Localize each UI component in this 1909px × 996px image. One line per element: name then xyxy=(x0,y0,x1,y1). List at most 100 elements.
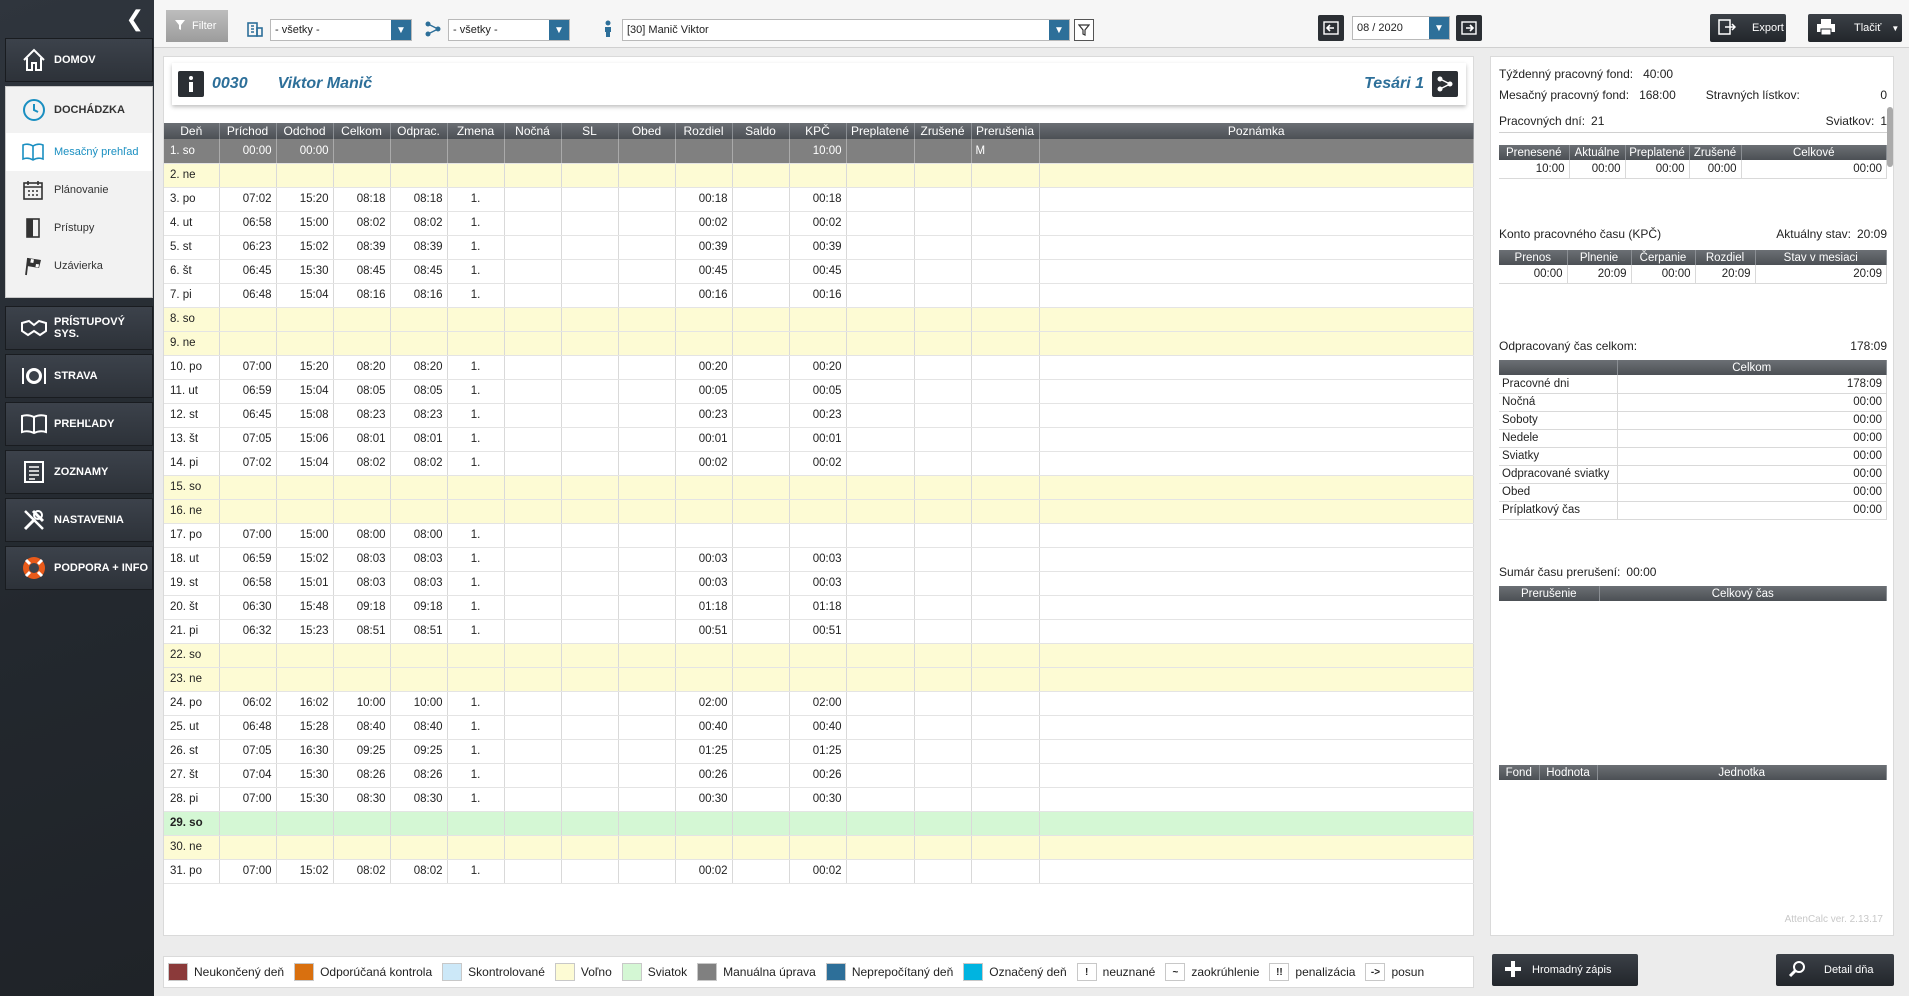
column-header[interactable]: Celkom xyxy=(333,123,391,139)
day-cell[interactable]: 24. po xyxy=(164,691,220,716)
column-header[interactable]: KPČ xyxy=(789,123,847,139)
column-header[interactable]: Nočná xyxy=(504,123,562,139)
table-cell[interactable]: 00:23 xyxy=(789,403,847,428)
table-cell[interactable]: 00:05 xyxy=(789,379,847,404)
sub-item-closing[interactable]: Uzávierka xyxy=(6,247,152,285)
table-cell[interactable] xyxy=(675,667,733,692)
table-cell[interactable] xyxy=(1039,259,1474,284)
table-cell[interactable] xyxy=(732,715,790,740)
table-cell[interactable] xyxy=(561,259,619,284)
table-cell[interactable] xyxy=(504,667,562,692)
table-cell[interactable]: 00:51 xyxy=(789,619,847,644)
table-cell[interactable]: 15:06 xyxy=(276,427,334,452)
table-cell[interactable] xyxy=(333,667,391,692)
table-cell[interactable] xyxy=(618,571,676,596)
table-cell[interactable] xyxy=(914,739,972,764)
table-cell[interactable]: 08:16 xyxy=(390,283,448,308)
table-row[interactable]: 18. ut 06:59 15:02 08:03 08:03 1. 00:03 00:03 xyxy=(164,547,1474,572)
table-cell[interactable]: 06:30 xyxy=(219,595,277,620)
table-cell[interactable]: 15:48 xyxy=(276,595,334,620)
table-cell[interactable]: 00:03 xyxy=(675,571,733,596)
table-cell[interactable] xyxy=(971,619,1040,644)
print-button[interactable]: Tlačiť ▼ xyxy=(1808,14,1902,42)
table-cell[interactable]: 01:18 xyxy=(675,595,733,620)
table-cell[interactable] xyxy=(914,547,972,572)
table-cell[interactable] xyxy=(618,259,676,284)
table-cell[interactable] xyxy=(1039,331,1474,356)
table-row[interactable]: 8. so xyxy=(164,307,1474,332)
table-cell[interactable] xyxy=(732,283,790,308)
table-cell[interactable] xyxy=(333,835,391,860)
day-cell[interactable]: 28. pi xyxy=(164,787,220,812)
table-cell[interactable]: 15:00 xyxy=(276,523,334,548)
table-cell[interactable]: 08:26 xyxy=(333,763,391,788)
table-cell[interactable] xyxy=(561,619,619,644)
table-cell[interactable] xyxy=(971,163,1040,188)
table-row[interactable]: 9. ne xyxy=(164,331,1474,356)
table-cell[interactable]: 08:03 xyxy=(333,547,391,572)
table-cell[interactable] xyxy=(504,403,562,428)
table-cell[interactable]: 08:00 xyxy=(333,523,391,548)
table-cell[interactable]: 08:03 xyxy=(390,571,448,596)
column-header[interactable]: Obed xyxy=(618,123,676,139)
table-cell[interactable] xyxy=(447,667,505,692)
table-cell[interactable] xyxy=(914,283,972,308)
table-cell[interactable] xyxy=(914,643,972,668)
table-cell[interactable] xyxy=(390,643,448,668)
table-cell[interactable] xyxy=(618,667,676,692)
table-cell[interactable]: 08:20 xyxy=(333,355,391,380)
table-cell[interactable] xyxy=(914,331,972,356)
table-cell[interactable]: 07:04 xyxy=(219,763,277,788)
table-row[interactable]: 17. po 07:00 15:00 08:00 08:00 1. xyxy=(164,523,1474,548)
column-header[interactable]: Zrušené xyxy=(914,123,972,139)
day-cell[interactable]: 22. so xyxy=(164,643,220,668)
table-cell[interactable] xyxy=(846,595,915,620)
table-cell[interactable] xyxy=(846,643,915,668)
table-cell[interactable] xyxy=(390,139,448,164)
table-cell[interactable]: 00:00 xyxy=(219,139,277,164)
table-cell[interactable] xyxy=(504,763,562,788)
table-cell[interactable] xyxy=(447,331,505,356)
table-cell[interactable] xyxy=(789,667,847,692)
table-cell[interactable] xyxy=(504,379,562,404)
table-cell[interactable] xyxy=(1039,427,1474,452)
table-row[interactable]: 29. so xyxy=(164,811,1474,836)
table-cell[interactable]: 15:30 xyxy=(276,259,334,284)
table-cell[interactable] xyxy=(504,331,562,356)
table-cell[interactable]: 08:02 xyxy=(390,211,448,236)
table-cell[interactable] xyxy=(561,475,619,500)
table-cell[interactable] xyxy=(276,475,334,500)
table-cell[interactable] xyxy=(732,523,790,548)
table-cell[interactable] xyxy=(971,211,1040,236)
table-cell[interactable]: 07:05 xyxy=(219,427,277,452)
table-cell[interactable]: 08:02 xyxy=(333,211,391,236)
table-cell[interactable]: 09:25 xyxy=(333,739,391,764)
table-cell[interactable] xyxy=(914,163,972,188)
table-cell[interactable] xyxy=(789,811,847,836)
table-cell[interactable] xyxy=(561,331,619,356)
table-cell[interactable] xyxy=(219,643,277,668)
table-cell[interactable] xyxy=(447,835,505,860)
table-cell[interactable]: 1. xyxy=(447,523,505,548)
table-cell[interactable] xyxy=(618,211,676,236)
table-cell[interactable] xyxy=(447,307,505,332)
table-cell[interactable]: 00:02 xyxy=(675,451,733,476)
table-cell[interactable] xyxy=(1039,787,1474,812)
table-cell[interactable]: 07:02 xyxy=(219,187,277,212)
table-cell[interactable] xyxy=(914,355,972,380)
day-cell[interactable]: 21. pi xyxy=(164,619,220,644)
table-cell[interactable] xyxy=(618,859,676,884)
table-cell[interactable] xyxy=(561,811,619,836)
table-cell[interactable]: 06:59 xyxy=(219,379,277,404)
table-cell[interactable] xyxy=(846,739,915,764)
table-cell[interactable] xyxy=(561,283,619,308)
table-cell[interactable]: 06:45 xyxy=(219,403,277,428)
employee-filter-icon[interactable] xyxy=(1074,19,1094,41)
table-cell[interactable] xyxy=(971,355,1040,380)
table-cell[interactable]: 15:23 xyxy=(276,619,334,644)
table-cell[interactable] xyxy=(618,307,676,332)
table-cell[interactable] xyxy=(504,139,562,164)
table-row[interactable]: 30. ne xyxy=(164,835,1474,860)
day-cell[interactable]: 6. št xyxy=(164,259,220,284)
table-cell[interactable]: 15:01 xyxy=(276,571,334,596)
